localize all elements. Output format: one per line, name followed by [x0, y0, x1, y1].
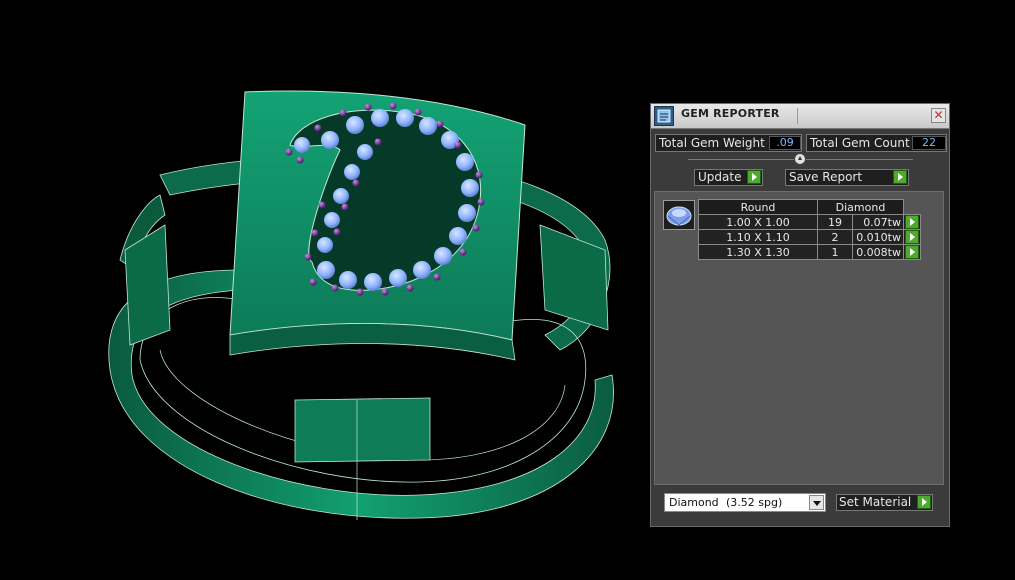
gem-reporter-panel: GEM REPORTER ✕ Total Gem Weight .09 Tota…: [650, 103, 950, 527]
ring-model: [108, 90, 614, 520]
header-spacer: [903, 199, 921, 215]
gem-count: 2: [817, 229, 853, 245]
material-spg: (3.52 spg): [726, 496, 783, 509]
gem-list-area[interactable]: Round Diamond 1.00 X 1.00 19 0.07tw 1.10…: [654, 191, 944, 485]
total-gem-weight-label: Total Gem Weight: [659, 136, 765, 150]
row-action[interactable]: [903, 214, 921, 230]
set-material-button[interactable]: Set Material: [836, 494, 933, 511]
update-button[interactable]: Update: [694, 169, 763, 186]
save-report-button[interactable]: Save Report: [785, 169, 909, 186]
gem-size: 1.00 X 1.00: [698, 214, 818, 230]
update-button-label: Update: [698, 170, 742, 184]
total-gem-count-field: Total Gem Count 22: [806, 134, 947, 152]
title-bar[interactable]: GEM REPORTER ✕: [651, 104, 949, 129]
3d-viewport[interactable]: [0, 0, 640, 580]
material-select[interactable]: Diamond (3.52 spg): [664, 493, 826, 512]
round-gem-icon[interactable]: [663, 200, 695, 230]
total-gem-weight-field: Total Gem Weight .09: [655, 134, 802, 152]
material-name: Diamond: [669, 496, 719, 509]
row-go-icon[interactable]: [905, 215, 919, 229]
chevron-down-icon[interactable]: [809, 495, 824, 510]
total-gem-weight-value: .09: [769, 136, 801, 150]
gem-weight: 0.07tw: [852, 214, 904, 230]
gem-count: 19: [817, 214, 853, 230]
gem-size: 1.30 X 1.30: [698, 244, 818, 260]
close-button[interactable]: ✕: [931, 108, 946, 123]
save-report-button-label: Save Report: [789, 170, 863, 184]
save-report-go-icon[interactable]: [893, 170, 907, 184]
gem-weight: 0.010tw: [852, 229, 904, 245]
table-row[interactable]: 1.10 X 1.10 2 0.010tw: [698, 229, 921, 245]
row-go-icon[interactable]: [905, 230, 919, 244]
row-action[interactable]: [903, 244, 921, 260]
table-row[interactable]: 1.30 X 1.30 1 0.008tw: [698, 244, 921, 260]
window-title: GEM REPORTER: [681, 107, 780, 120]
row-action[interactable]: [903, 229, 921, 245]
gem-reporter-icon: [654, 106, 674, 126]
table-row[interactable]: 1.00 X 1.00 19 0.07tw: [698, 214, 921, 230]
row-go-icon[interactable]: [905, 245, 919, 259]
gem-count: 1: [817, 244, 853, 260]
title-divider: [797, 108, 798, 124]
shape-header: Round: [698, 199, 818, 215]
total-gem-count-value: 22: [912, 136, 946, 150]
gem-table: Round Diamond 1.00 X 1.00 19 0.07tw 1.10…: [698, 199, 921, 260]
set-material-label: Set Material: [839, 495, 912, 509]
collapse-knob[interactable]: [794, 153, 806, 165]
gem-size: 1.10 X 1.10: [698, 229, 818, 245]
update-go-icon[interactable]: [747, 170, 761, 184]
set-material-go-icon[interactable]: [917, 495, 931, 509]
gem-table-header: Round Diamond: [698, 199, 921, 215]
gem-weight: 0.008tw: [852, 244, 904, 260]
total-gem-count-label: Total Gem Count: [810, 136, 910, 150]
material-header: Diamond: [817, 199, 904, 215]
